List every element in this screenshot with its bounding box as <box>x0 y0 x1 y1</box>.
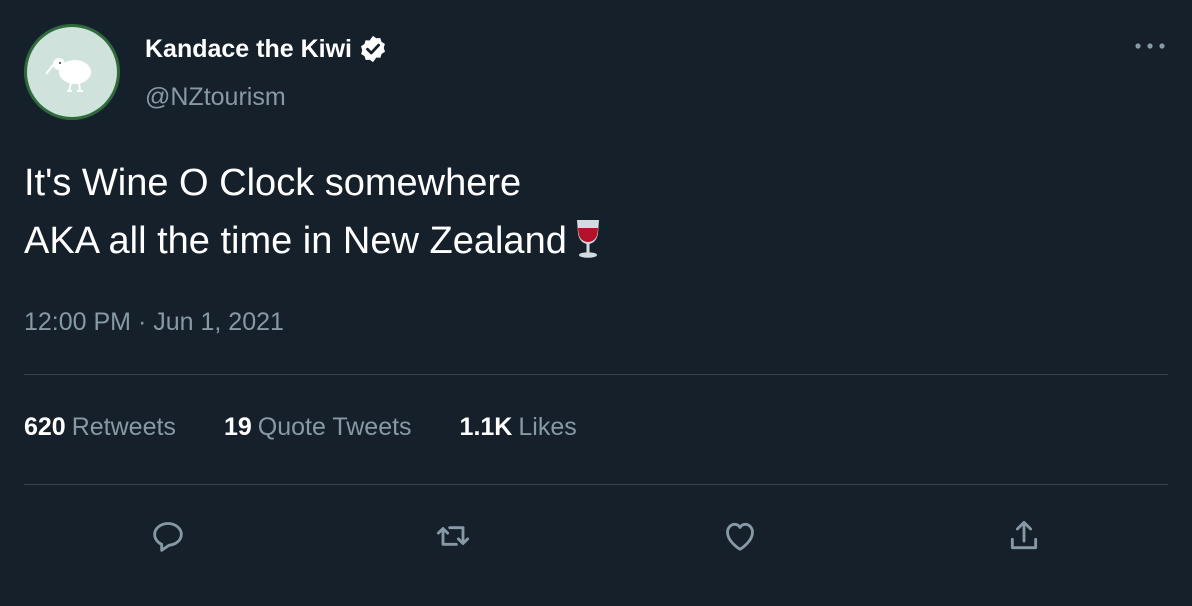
retweets-label: Retweets <box>71 413 176 441</box>
share-button[interactable] <box>1000 512 1048 560</box>
display-name[interactable]: Kandace the Kiwi <box>145 35 352 64</box>
divider-bottom <box>24 484 1168 485</box>
verified-badge-icon <box>361 35 385 63</box>
tweet-timestamp: 12:00 PM · Jun 1, 2021 <box>24 308 284 337</box>
author-name-row: Kandace the Kiwi <box>145 34 388 64</box>
retweet-button[interactable] <box>429 512 477 560</box>
tweet-text-line-2: AKA all the time in New Zealand <box>24 212 603 270</box>
tweet-date[interactable]: Jun 1, 2021 <box>153 308 284 336</box>
quote-tweets-stat[interactable]: 19 Quote Tweets <box>224 413 412 442</box>
reply-icon <box>153 522 183 552</box>
engagement-stats: 620 Retweets 19 Quote Tweets 1.1K Likes <box>24 413 577 442</box>
action-bar <box>24 512 1168 560</box>
reply-button[interactable] <box>144 512 192 560</box>
retweets-count: 620 <box>24 413 66 441</box>
quote-tweets-label: Quote Tweets <box>257 413 412 441</box>
tweet-time[interactable]: 12:00 PM <box>24 308 131 336</box>
tweet-text-line-2-text: AKA all the time in New Zealand <box>24 220 567 262</box>
tweet-body: It's Wine O Clock somewhere AKA all the … <box>24 154 603 270</box>
divider-top <box>24 374 1168 375</box>
quote-tweets-count: 19 <box>223 413 252 441</box>
more-options-button[interactable] <box>1132 28 1168 64</box>
tweet-text-line-1: It's Wine O Clock somewhere <box>24 162 522 204</box>
likes-label: Likes <box>518 413 577 441</box>
more-horizontal-icon <box>1135 43 1165 49</box>
kiwi-bird-icon <box>45 58 91 92</box>
share-icon <box>1010 520 1038 550</box>
like-button[interactable] <box>716 512 764 560</box>
retweets-stat[interactable]: 620 Retweets <box>24 413 176 442</box>
tweet-card: Kandace the Kiwi @NZtourism It's Wine O … <box>0 0 1192 606</box>
timestamp-separator: · <box>137 308 147 336</box>
avatar[interactable] <box>24 24 120 120</box>
avatar-image <box>27 27 117 117</box>
retweet-icon <box>436 526 470 546</box>
like-icon <box>726 522 754 551</box>
likes-count: 1.1K <box>459 413 513 441</box>
wine-glass-icon <box>576 220 599 258</box>
user-handle[interactable]: @NZtourism <box>145 83 286 112</box>
likes-stat[interactable]: 1.1K Likes <box>460 413 577 442</box>
